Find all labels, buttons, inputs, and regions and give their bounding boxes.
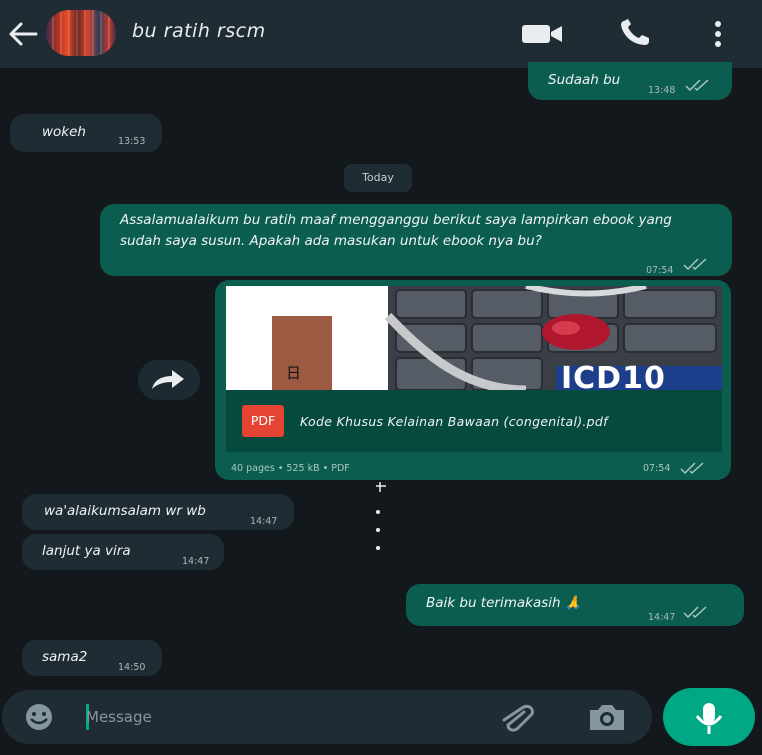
message-time: 14:47 xyxy=(250,516,278,527)
message-text: Baik bu terimakasih 🙏 xyxy=(426,595,582,611)
thumbnail-caption: ICD10 xyxy=(561,361,666,391)
message-bubble-incoming[interactable]: wokeh 13:53 xyxy=(10,114,162,152)
message-text: Assalamualaikum bu ratih maaf mengganggu… xyxy=(120,212,672,249)
emoji-icon[interactable] xyxy=(20,702,58,736)
forward-arrow-icon xyxy=(152,370,184,389)
message-text: lanjut ya vira xyxy=(42,543,131,559)
message-time: 13:53 xyxy=(118,136,146,147)
message-input[interactable] xyxy=(86,705,446,729)
message-composer xyxy=(2,690,652,744)
document-row[interactable]: PDF Kode Khusus Kelainan Bawaan (congeni… xyxy=(226,390,722,452)
message-text: sama2 xyxy=(42,649,88,665)
document-filename: Kode Khusus Kelainan Bawaan (congenital)… xyxy=(300,413,608,429)
pdf-file-icon: PDF xyxy=(242,405,284,437)
message-text: wokeh xyxy=(42,124,86,140)
message-text: Sudaah bu xyxy=(548,72,621,88)
decorative-dots xyxy=(374,482,388,558)
message-bubble-incoming[interactable]: sama2 14:50 xyxy=(22,640,162,676)
camera-icon[interactable] xyxy=(584,703,630,737)
document-message[interactable]: ICD10 日 PDF Kode Khusus Kelainan Bawaan … xyxy=(215,280,731,480)
message-time: 13:48 xyxy=(648,85,676,96)
message-bubble-outgoing[interactable]: Sudaah bu 13:48 xyxy=(528,62,732,100)
read-ticks-icon xyxy=(684,78,714,98)
thumbnail-symbol: 日 xyxy=(286,364,302,382)
message-text: wa'alaikumsalam wr wb xyxy=(44,503,206,519)
read-ticks-icon xyxy=(682,605,712,625)
more-options-icon[interactable] xyxy=(712,20,724,52)
message-bubble-incoming[interactable]: wa'alaikumsalam wr wb 14:47 xyxy=(22,494,294,530)
document-meta: 40 pages • 525 kB • PDF xyxy=(231,463,350,474)
message-time: 14:50 xyxy=(118,662,146,673)
document-thumbnail[interactable]: ICD10 日 xyxy=(226,286,722,390)
message-time: 14:47 xyxy=(182,556,210,567)
back-arrow-icon[interactable] xyxy=(6,18,40,50)
video-call-icon[interactable] xyxy=(520,22,564,50)
message-bubble-outgoing[interactable]: Assalamualaikum bu ratih maaf mengganggu… xyxy=(100,204,732,276)
phone-icon[interactable] xyxy=(618,18,656,52)
avatar[interactable] xyxy=(46,10,116,56)
attachment-icon[interactable] xyxy=(498,704,542,736)
contact-name[interactable]: bu ratih rscm xyxy=(132,20,266,42)
read-ticks-icon xyxy=(682,257,712,278)
message-time: 07:54 xyxy=(646,265,674,276)
voice-record-button[interactable] xyxy=(663,688,755,746)
forward-button[interactable] xyxy=(138,360,200,400)
message-bubble-incoming[interactable]: lanjut ya vira 14:47 xyxy=(22,534,224,570)
date-divider: Today xyxy=(344,164,412,192)
message-time: 07:54 xyxy=(643,463,671,474)
chat-header: bu ratih rscm xyxy=(0,0,762,68)
mic-icon xyxy=(695,703,723,734)
message-bubble-outgoing[interactable]: Baik bu terimakasih 🙏 14:47 xyxy=(406,584,744,626)
message-time: 14:47 xyxy=(648,612,676,623)
read-ticks-icon xyxy=(679,460,709,479)
